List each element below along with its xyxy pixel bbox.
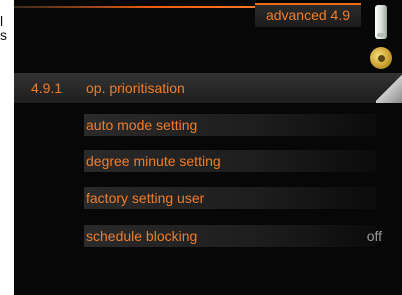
menu-item-label: degree minute setting [84, 150, 376, 172]
menu-item-number: 4.9.1 [31, 80, 63, 96]
menu-item-label: factory setting user [84, 187, 376, 209]
page-title: advanced 4.9 [255, 3, 361, 27]
menu-item-label: schedule blocking [84, 225, 376, 247]
menu-item-label: auto mode setting [84, 114, 376, 136]
edge-text: l s [0, 14, 14, 42]
menu-item-factory-setting-user[interactable]: factory setting user [14, 185, 402, 211]
menu-item-degree-minute-setting[interactable]: degree minute setting [14, 148, 402, 174]
edge-letter-2: s [0, 27, 7, 43]
menu-item-op-prioritisation[interactable]: 4.9.1 op. prioritisation [14, 75, 402, 101]
menu-item-label: op. prioritisation [86, 80, 185, 96]
menu-item-schedule-blocking[interactable]: schedule blocking off [14, 223, 402, 249]
gear-icon [370, 47, 392, 69]
device-screen: advanced 4.9 4.9.1 op. prioritisation au… [14, 0, 402, 295]
header-line [14, 6, 259, 8]
menu-item-auto-mode-setting[interactable]: auto mode setting [14, 112, 402, 138]
thermometer-icon [375, 5, 387, 39]
schedule-blocking-value: off [366, 228, 382, 244]
edge-letter-1: l [0, 13, 4, 29]
